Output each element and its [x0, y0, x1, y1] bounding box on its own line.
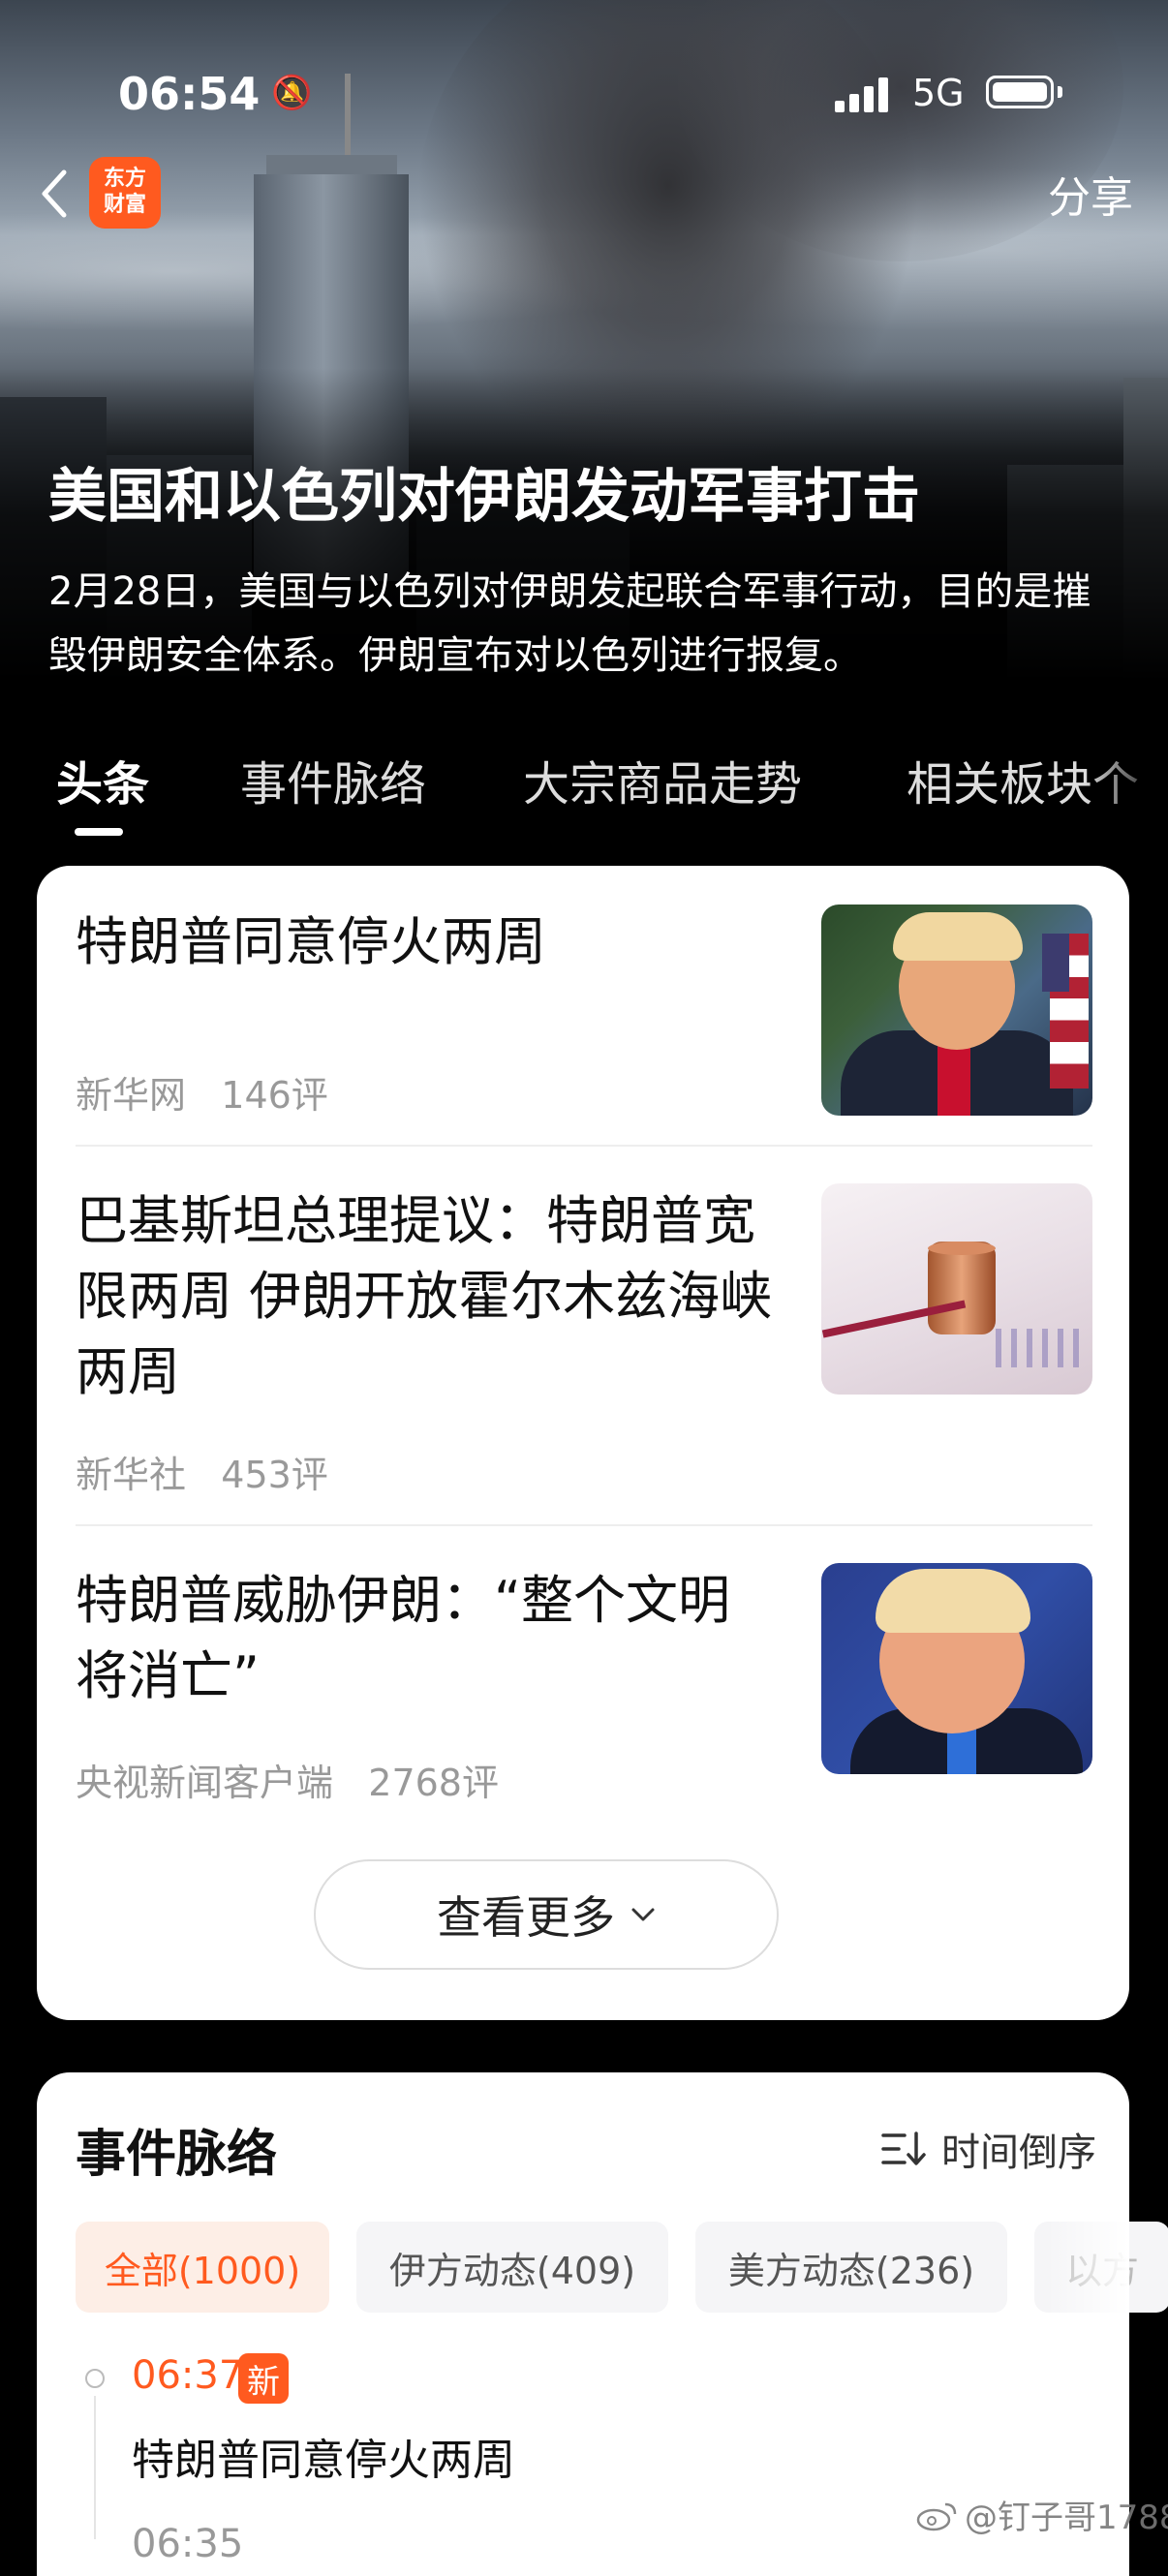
news-thumbnail	[821, 1563, 1092, 1774]
timeline-dot	[85, 2369, 105, 2388]
app-logo: 东方 财富	[89, 157, 161, 229]
section-title: 事件脉络	[76, 2126, 278, 2184]
divider	[76, 1145, 1092, 1147]
back-button[interactable]	[35, 165, 74, 223]
chevron-down-icon	[631, 1908, 655, 1921]
sort-descending-icon	[881, 2131, 926, 2165]
news-comments: 453评	[221, 1454, 328, 1496]
tab-active-indicator	[75, 828, 123, 836]
page-subtitle: 2月28日，美国与以色列对伊朗发起联合军事行动，目的是摧毁伊朗安全体系。伊朗宣布…	[48, 569, 1091, 678]
new-badge: 新	[238, 2353, 289, 2404]
share-button[interactable]: 分享	[1007, 163, 1133, 223]
news-title: 特朗普同意停火两周	[76, 911, 546, 972]
bell-muted-icon: 🔕	[271, 74, 313, 112]
headlines-card: 特朗普同意停火两周 新华网 146评 巴基斯坦总理提议：特朗普宽限两周 伊朗开放…	[37, 866, 1129, 2020]
news-title: 巴基斯坦总理提议：特朗普宽限两周 伊朗开放霍尔木兹海峡两周	[76, 1190, 773, 1402]
filter-fade	[1046, 2218, 1129, 2315]
filter-us[interactable]: 美方动态(236)	[695, 2222, 1007, 2313]
tab-fade	[1085, 736, 1168, 823]
watermark: @钉子哥1788	[916, 2491, 1168, 2538]
view-more-label: 查看更多	[437, 1891, 615, 1944]
status-time: 06:54	[118, 68, 261, 120]
network-label: 5G	[912, 72, 965, 114]
chevron-left-icon	[42, 169, 67, 218]
battery-cap	[1058, 86, 1062, 98]
divider	[76, 1524, 1092, 1526]
view-more-button[interactable]: 查看更多	[314, 1859, 779, 1970]
tab-commodities[interactable]: 大宗商品走势	[523, 746, 802, 813]
tab-bar: 头条 事件脉络 大宗商品走势 相关板块个	[0, 746, 1168, 833]
tab-headlines[interactable]: 头条	[56, 746, 149, 813]
sort-toggle[interactable]: 时间倒序	[881, 2121, 1096, 2177]
watermark-text: @钉子哥1788	[965, 2499, 1168, 2537]
timeline-line	[94, 2396, 96, 2539]
news-meta: 新华社 453评	[76, 1445, 328, 1498]
timeline-time: 06:37	[132, 2353, 244, 2398]
timeline-time: 06:35	[132, 2522, 244, 2566]
news-comments: 146评	[221, 1074, 328, 1117]
news-thumbnail	[821, 1183, 1092, 1395]
battery-icon	[986, 76, 1054, 108]
news-meta: 新华网 146评	[76, 1065, 328, 1119]
news-meta: 央视新闻客户端 2768评	[76, 1753, 499, 1806]
logo-line-1: 东方	[103, 167, 146, 191]
weibo-icon	[916, 2502, 957, 2530]
news-source: 新华社	[76, 1454, 187, 1496]
tab-event-timeline[interactable]: 事件脉络	[240, 746, 426, 813]
news-title: 特朗普威胁伊朗：“整个文明将消亡”	[76, 1570, 730, 1706]
filter-all[interactable]: 全部(1000)	[76, 2222, 329, 2313]
page-title: 美国和以色列对伊朗发动军事打击	[48, 463, 920, 531]
news-source: 新华网	[76, 1074, 187, 1117]
news-thumbnail	[821, 905, 1092, 1116]
timeline-item-title[interactable]: 特朗普同意停火两周	[132, 2425, 515, 2487]
sort-label: 时间倒序	[941, 2131, 1096, 2175]
signal-icon	[835, 77, 893, 112]
news-comments: 2768评	[368, 1762, 499, 1804]
news-source: 央视新闻客户端	[76, 1762, 334, 1804]
logo-line-2: 财富	[103, 193, 146, 217]
filter-iran[interactable]: 伊方动态(409)	[356, 2222, 668, 2313]
